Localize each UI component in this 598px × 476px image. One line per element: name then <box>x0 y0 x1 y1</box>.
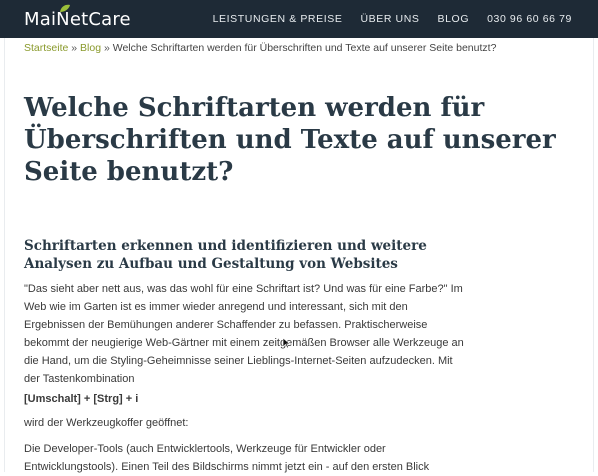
article-paragraph: wird der Werkzeugkoffer geöffnet: <box>24 417 189 429</box>
nav-item-ueber-uns[interactable]: ÜBER UNS <box>360 13 419 25</box>
keyboard-shortcut: [Umschalt] + [Strg] + i <box>24 393 139 405</box>
breadcrumb-blog[interactable]: Blog <box>80 42 101 54</box>
nav-item-phone[interactable]: 030 96 60 66 79 <box>487 13 572 25</box>
breadcrumb: Startseite » Blog » Welche Schriftarten … <box>24 42 496 54</box>
logo-text: MaiNetCare <box>24 9 131 30</box>
nav-item-blog[interactable]: BLOG <box>438 13 470 25</box>
breadcrumb-current: Welche Schriftarten werden für Überschri… <box>112 42 497 54</box>
breadcrumb-separator: » <box>71 42 78 54</box>
breadcrumb-separator: » <box>103 42 110 54</box>
breadcrumb-home[interactable]: Startseite <box>24 42 68 54</box>
article-paragraph-intro: "Das sieht aber nett aus, was das wohl f… <box>24 283 464 385</box>
nav-item-leistungen-preise[interactable]: LEISTUNGEN & PREISE <box>213 13 343 25</box>
main-nav: LEISTUNGEN & PREISE ÜBER UNS BLOG 030 96… <box>195 0 598 38</box>
site-logo[interactable]: MaiNetCare <box>24 4 131 31</box>
article-paragraph: Die Developer-Tools (auch Entwicklertool… <box>24 443 430 473</box>
article-subtitle: Schriftarten erkennen und identifizieren… <box>24 238 427 272</box>
leaf-icon <box>60 4 70 12</box>
page-title: Welche Schriftarten werden für Überschri… <box>24 93 556 187</box>
mouse-cursor-icon <box>282 337 291 349</box>
site-header: MaiNetCare LEISTUNGEN & PREISE ÜBER UNS … <box>0 0 598 38</box>
